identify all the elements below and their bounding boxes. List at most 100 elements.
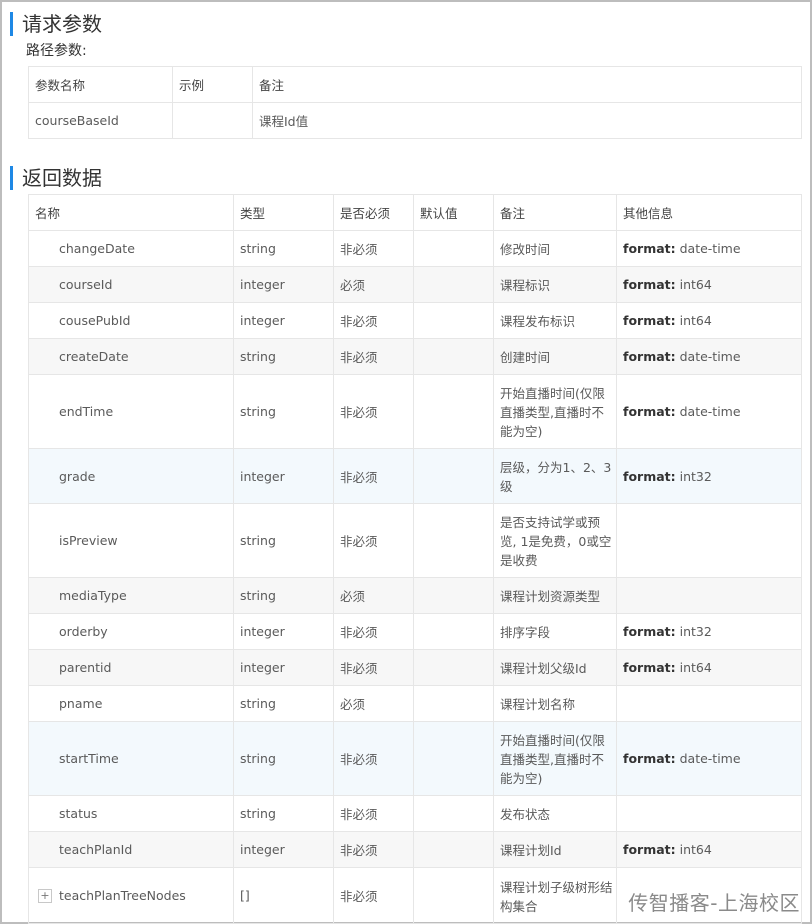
param-note-cell: 课程Id值 <box>252 102 802 139</box>
field-name-text: pname <box>59 696 103 711</box>
field-required-text: 非必须 <box>340 314 378 329</box>
field-name-text: startTime <box>59 751 119 766</box>
field-required-text: 非必须 <box>340 469 378 485</box>
field-type-text: integer <box>240 277 285 292</box>
field-format-cell <box>616 503 802 578</box>
field-type-cell: integer <box>233 266 334 303</box>
field-required-text: 非必须 <box>340 242 378 257</box>
format-value: date-time <box>679 751 741 766</box>
field-required-text: 必须 <box>340 697 366 712</box>
format-key: format: <box>623 277 676 292</box>
table-row: changeDate string 非必须 修改时间 format: date-time <box>28 230 802 267</box>
field-type-cell: integer <box>233 649 334 686</box>
watermark: 传智播客-上海校区 <box>628 891 800 915</box>
field-default-cell <box>413 613 494 650</box>
format-value: date-time <box>679 404 741 419</box>
field-note-cell: 是否支持试学或预览, 1是免费，0或空是收费 <box>493 503 617 578</box>
field-name-cell: changeDate <box>28 230 234 267</box>
field-required-text: 非必须 <box>340 625 378 640</box>
field-required-cell: 非必须 <box>333 230 414 267</box>
expand-plus-icon[interactable]: + <box>38 888 52 903</box>
param-name-cell: courseBaseId <box>28 102 173 139</box>
field-type-cell: string <box>233 503 334 578</box>
field-note-text: 课程计划名称 <box>500 697 576 712</box>
format-key: format: <box>623 349 676 364</box>
field-required-text: 非必须 <box>340 661 378 676</box>
field-default-cell <box>413 721 494 796</box>
field-type-text: string <box>240 696 276 711</box>
field-note-cell: 课程发布标识 <box>493 302 617 339</box>
table-row: grade integer 非必须 层级，分为1、2、3级 format: int32 <box>28 448 802 504</box>
field-name-text: status <box>59 806 98 821</box>
field-required-cell: 非必须 <box>333 613 414 650</box>
field-default-cell <box>413 649 494 686</box>
header-note: 备注 <box>252 66 802 103</box>
field-required-cell: 非必须 <box>333 795 414 832</box>
format-value: int64 <box>679 842 712 857</box>
field-required-text: 非必须 <box>340 807 378 822</box>
field-format-cell: format: int32 <box>616 613 802 650</box>
header-other-info: 其他信息 <box>616 194 802 231</box>
field-required-cell: 非必须 <box>333 448 414 504</box>
field-type-text: integer <box>240 624 285 639</box>
field-default-cell <box>413 302 494 339</box>
field-type-cell: string <box>233 577 334 614</box>
field-name-cell: startTime <box>28 721 234 796</box>
format-key: format: <box>623 660 676 675</box>
header-param-name: 参数名称 <box>28 66 173 103</box>
field-note-text: 发布状态 <box>500 807 551 822</box>
table-row: courseId integer 必须 课程标识 format: int64 <box>28 266 802 303</box>
field-required-cell: 非必须 <box>333 302 414 339</box>
path-params-label: 路径参数: <box>26 43 87 59</box>
field-format-cell: format: int64 <box>616 649 802 686</box>
field-note-text: 课程计划资源类型 <box>500 589 601 604</box>
header-required: 是否必须 <box>333 194 414 231</box>
header-example: 示例 <box>172 66 253 103</box>
field-required-cell: 必须 <box>333 685 414 722</box>
field-required-text: 必须 <box>340 589 366 604</box>
format-key: format: <box>623 624 676 639</box>
format-value: int64 <box>679 660 712 675</box>
field-name-text: mediaType <box>59 588 127 603</box>
field-note-text: 课程发布标识 <box>500 314 576 329</box>
field-default-cell <box>413 867 494 924</box>
field-name-cell: pname <box>28 685 234 722</box>
field-note-text: 开始直播时间(仅限直播类型,直播时不能为空) <box>500 386 605 439</box>
table-row: courseBaseId 课程Id值 <box>28 102 802 139</box>
table-header-row: 参数名称 示例 备注 <box>28 66 802 103</box>
table-row: isPreview string 非必须 是否支持试学或预览, 1是免费，0或空是收费 <box>28 503 802 578</box>
field-type-text: string <box>240 241 276 256</box>
format-key: format: <box>623 241 676 256</box>
field-type-cell: string <box>233 721 334 796</box>
field-type-text: integer <box>240 468 285 484</box>
field-note-text: 是否支持试学或预览, 1是免费，0或空是收费 <box>500 515 612 568</box>
field-note-cell: 修改时间 <box>493 230 617 267</box>
field-note-text: 修改时间 <box>500 242 551 257</box>
field-name-text: grade <box>59 468 96 484</box>
field-name-text: endTime <box>59 404 114 419</box>
field-note-cell: 开始直播时间(仅限直播类型,直播时不能为空) <box>493 721 617 796</box>
field-note-text: 开始直播时间(仅限直播类型,直播时不能为空) <box>500 733 605 786</box>
path-params-table: 参数名称 示例 备注 courseBaseId 课程Id值 <box>28 66 802 139</box>
field-required-text: 非必须 <box>340 889 378 904</box>
field-name-text: teachPlanTreeNodes <box>59 888 186 903</box>
param-example-cell <box>172 102 253 139</box>
field-default-cell <box>413 338 494 375</box>
format-key: format: <box>623 404 676 419</box>
field-note-cell: 课程标识 <box>493 266 617 303</box>
field-name-text: courseId <box>59 277 113 292</box>
field-required-cell: 必须 <box>333 266 414 303</box>
header-default: 默认值 <box>413 194 494 231</box>
field-required-cell: 非必须 <box>333 374 414 449</box>
table-row: pname string 必须 课程计划名称 <box>28 685 802 722</box>
field-required-cell: 非必须 <box>333 867 414 924</box>
field-format-cell: format: date-time <box>616 338 802 375</box>
field-format-cell <box>616 685 802 722</box>
field-type-text: integer <box>240 842 285 857</box>
field-format-cell: format: int32 <box>616 448 802 504</box>
field-format-cell: format: date-time <box>616 230 802 267</box>
field-name-cell: createDate <box>28 338 234 375</box>
table-row: startTime string 非必须 开始直播时间(仅限直播类型,直播时不能为空)… <box>28 721 802 796</box>
table-row: teachPlanId integer 非必须 课程计划Id format: int64 <box>28 831 802 868</box>
format-value: int32 <box>679 468 712 484</box>
